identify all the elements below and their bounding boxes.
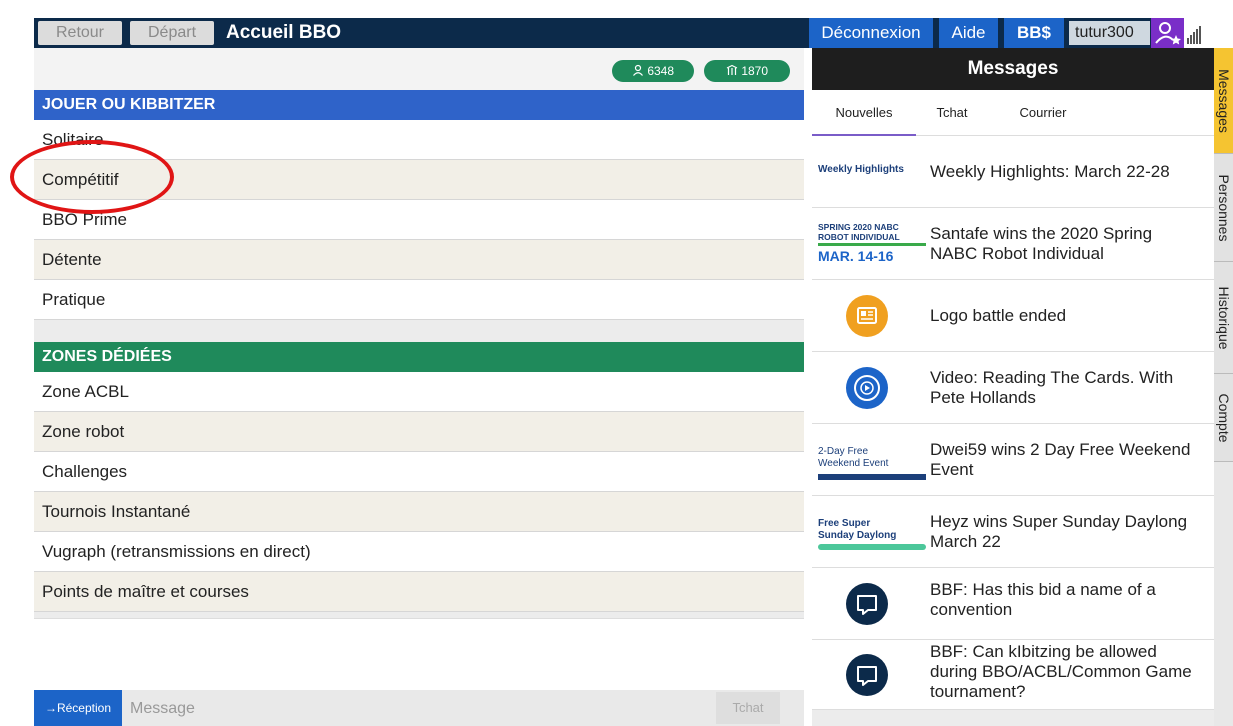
chat-log (34, 618, 804, 690)
message-bar: →Réception Tchat (34, 690, 804, 726)
menu-item-pratique[interactable]: Pratique (34, 280, 804, 320)
thumb-label: Free Super Sunday Daylong (818, 518, 897, 541)
news-thumbnail: SPRING 2020 NABC ROBOT INDIVIDUAL MAR. 14… (818, 208, 926, 279)
message-input[interactable] (130, 696, 700, 722)
table-icon (726, 64, 738, 75)
news-title: Santafe wins the 2020 Spring NABC Robot … (930, 224, 1153, 263)
bb-dollars-button[interactable]: BB$ (1004, 18, 1064, 48)
side-tab-personnes[interactable]: Personnes (1214, 154, 1233, 262)
thumb-accent-line (818, 474, 926, 480)
news-item[interactable]: Weekly Highlights Weekly Highlights: Mar… (812, 136, 1214, 208)
id-card-icon (846, 295, 888, 337)
menu-item-bbo-prime[interactable]: BBO Prime (34, 200, 804, 240)
logout-button[interactable]: Déconnexion (809, 18, 933, 48)
tab-tchat[interactable]: Tchat (922, 90, 982, 136)
menu-item-challenges[interactable]: Challenges (34, 452, 804, 492)
side-tab-messages[interactable]: Messages (1214, 48, 1233, 154)
tab-courrier[interactable]: Courrier (998, 90, 1088, 136)
news-title: BBF: Has this bid a name of a convention (930, 580, 1156, 619)
news-title: Dwei59 wins 2 Day Free Weekend Event (930, 440, 1191, 479)
thumb-accent-line (818, 243, 926, 246)
news-item[interactable]: Video: Reading The Cards. With Pete Holl… (812, 352, 1214, 424)
news-title: Logo battle ended (930, 306, 1067, 325)
person-icon (633, 64, 643, 76)
back-button[interactable]: Retour (38, 21, 122, 45)
send-chat-button[interactable]: Tchat (716, 692, 780, 724)
chat-bubble-icon (846, 654, 888, 696)
page-title: Accueil BBO (226, 22, 342, 43)
thumb-label: SPRING 2020 NABC ROBOT INDIVIDUAL (818, 222, 900, 242)
messages-panel: Messages Nouvelles Tchat Courrier Weekly… (812, 48, 1214, 726)
news-title: Video: Reading The Cards. With Pete Holl… (930, 368, 1174, 407)
top-bar: Retour Départ Accueil BBO Déconnexion Ai… (34, 18, 1233, 48)
news-item[interactable]: Logo battle ended (812, 280, 1214, 352)
news-thumbnail: 2-Day Free Weekend Event (818, 424, 926, 495)
chat-bubble-icon (846, 583, 888, 625)
online-users-badge: 6348 (612, 60, 694, 82)
play-section-header: JOUER OU KIBBITZER (34, 90, 804, 120)
online-users-count: 6348 (647, 64, 675, 78)
thumb-accent-line (818, 544, 926, 550)
tables-count: 1870 (741, 64, 769, 78)
messages-tabs: Nouvelles Tchat Courrier (812, 90, 1214, 136)
menu-item-competitif[interactable]: Compétitif (34, 160, 804, 200)
news-item[interactable]: BBF: Can kIbitzing be allowed during BBO… (812, 640, 1214, 710)
section-divider (34, 320, 804, 342)
menu-item-solitaire[interactable]: Solitaire (34, 120, 804, 160)
news-thumbnail: Weekly Highlights (818, 136, 926, 207)
side-tabs: Messages Personnes Historique Compte (1214, 48, 1233, 726)
thumb-date: MAR. 14-16 (818, 248, 894, 264)
reception-button[interactable]: →Réception (34, 690, 122, 726)
menu-item-points-de-maitre[interactable]: Points de maître et courses (34, 572, 804, 612)
zones-section-header: ZONES DÉDIÉES (34, 342, 804, 372)
signal-strength-icon (1184, 18, 1233, 48)
news-item[interactable]: Free Super Sunday Daylong Heyz wins Super… (812, 496, 1214, 568)
messages-footer (812, 710, 1214, 726)
news-title: Heyz wins Super Sunday Daylong March 22 (930, 512, 1188, 551)
menu-item-vugraph[interactable]: Vugraph (retransmissions en direct) (34, 532, 804, 572)
user-star-icon[interactable] (1151, 18, 1184, 48)
side-tab-compte[interactable]: Compte (1214, 374, 1233, 462)
news-title: Weekly Highlights: March 22-28 (930, 162, 1170, 181)
messages-title: Messages (812, 48, 1214, 90)
news-item[interactable]: 2-Day Free Weekend Event Dwei59 wins 2 Da… (812, 424, 1214, 496)
news-thumbnail: Free Super Sunday Daylong (818, 496, 926, 567)
help-button[interactable]: Aide (939, 18, 998, 48)
tab-nouvelles[interactable]: Nouvelles (812, 90, 916, 136)
menu-item-zone-acbl[interactable]: Zone ACBL (34, 372, 804, 412)
lobby-panel: 6348 1870 JOUER OU KIBBITZER Solitaire C… (34, 48, 804, 726)
username-field[interactable]: tutur300 (1069, 21, 1150, 45)
thumb-label: 2-Day Free Weekend Event (818, 446, 889, 469)
news-item[interactable]: BBF: Has this bid a name of a convention (812, 568, 1214, 640)
menu-item-detente[interactable]: Détente (34, 240, 804, 280)
menu-item-tournois-instantane[interactable]: Tournois Instantané (34, 492, 804, 532)
side-tab-historique[interactable]: Historique (1214, 262, 1233, 374)
news-item[interactable]: SPRING 2020 NABC ROBOT INDIVIDUAL MAR. 14… (812, 208, 1214, 280)
home-button[interactable]: Départ (130, 21, 214, 45)
menu-item-zone-robot[interactable]: Zone robot (34, 412, 804, 452)
thumb-label: Weekly Highlights (818, 164, 904, 175)
video-reel-icon (846, 367, 888, 409)
counter-strip: 6348 1870 (34, 48, 804, 90)
tables-badge: 1870 (704, 60, 790, 82)
news-title: BBF: Can kIbitzing be allowed during BBO… (930, 642, 1192, 701)
